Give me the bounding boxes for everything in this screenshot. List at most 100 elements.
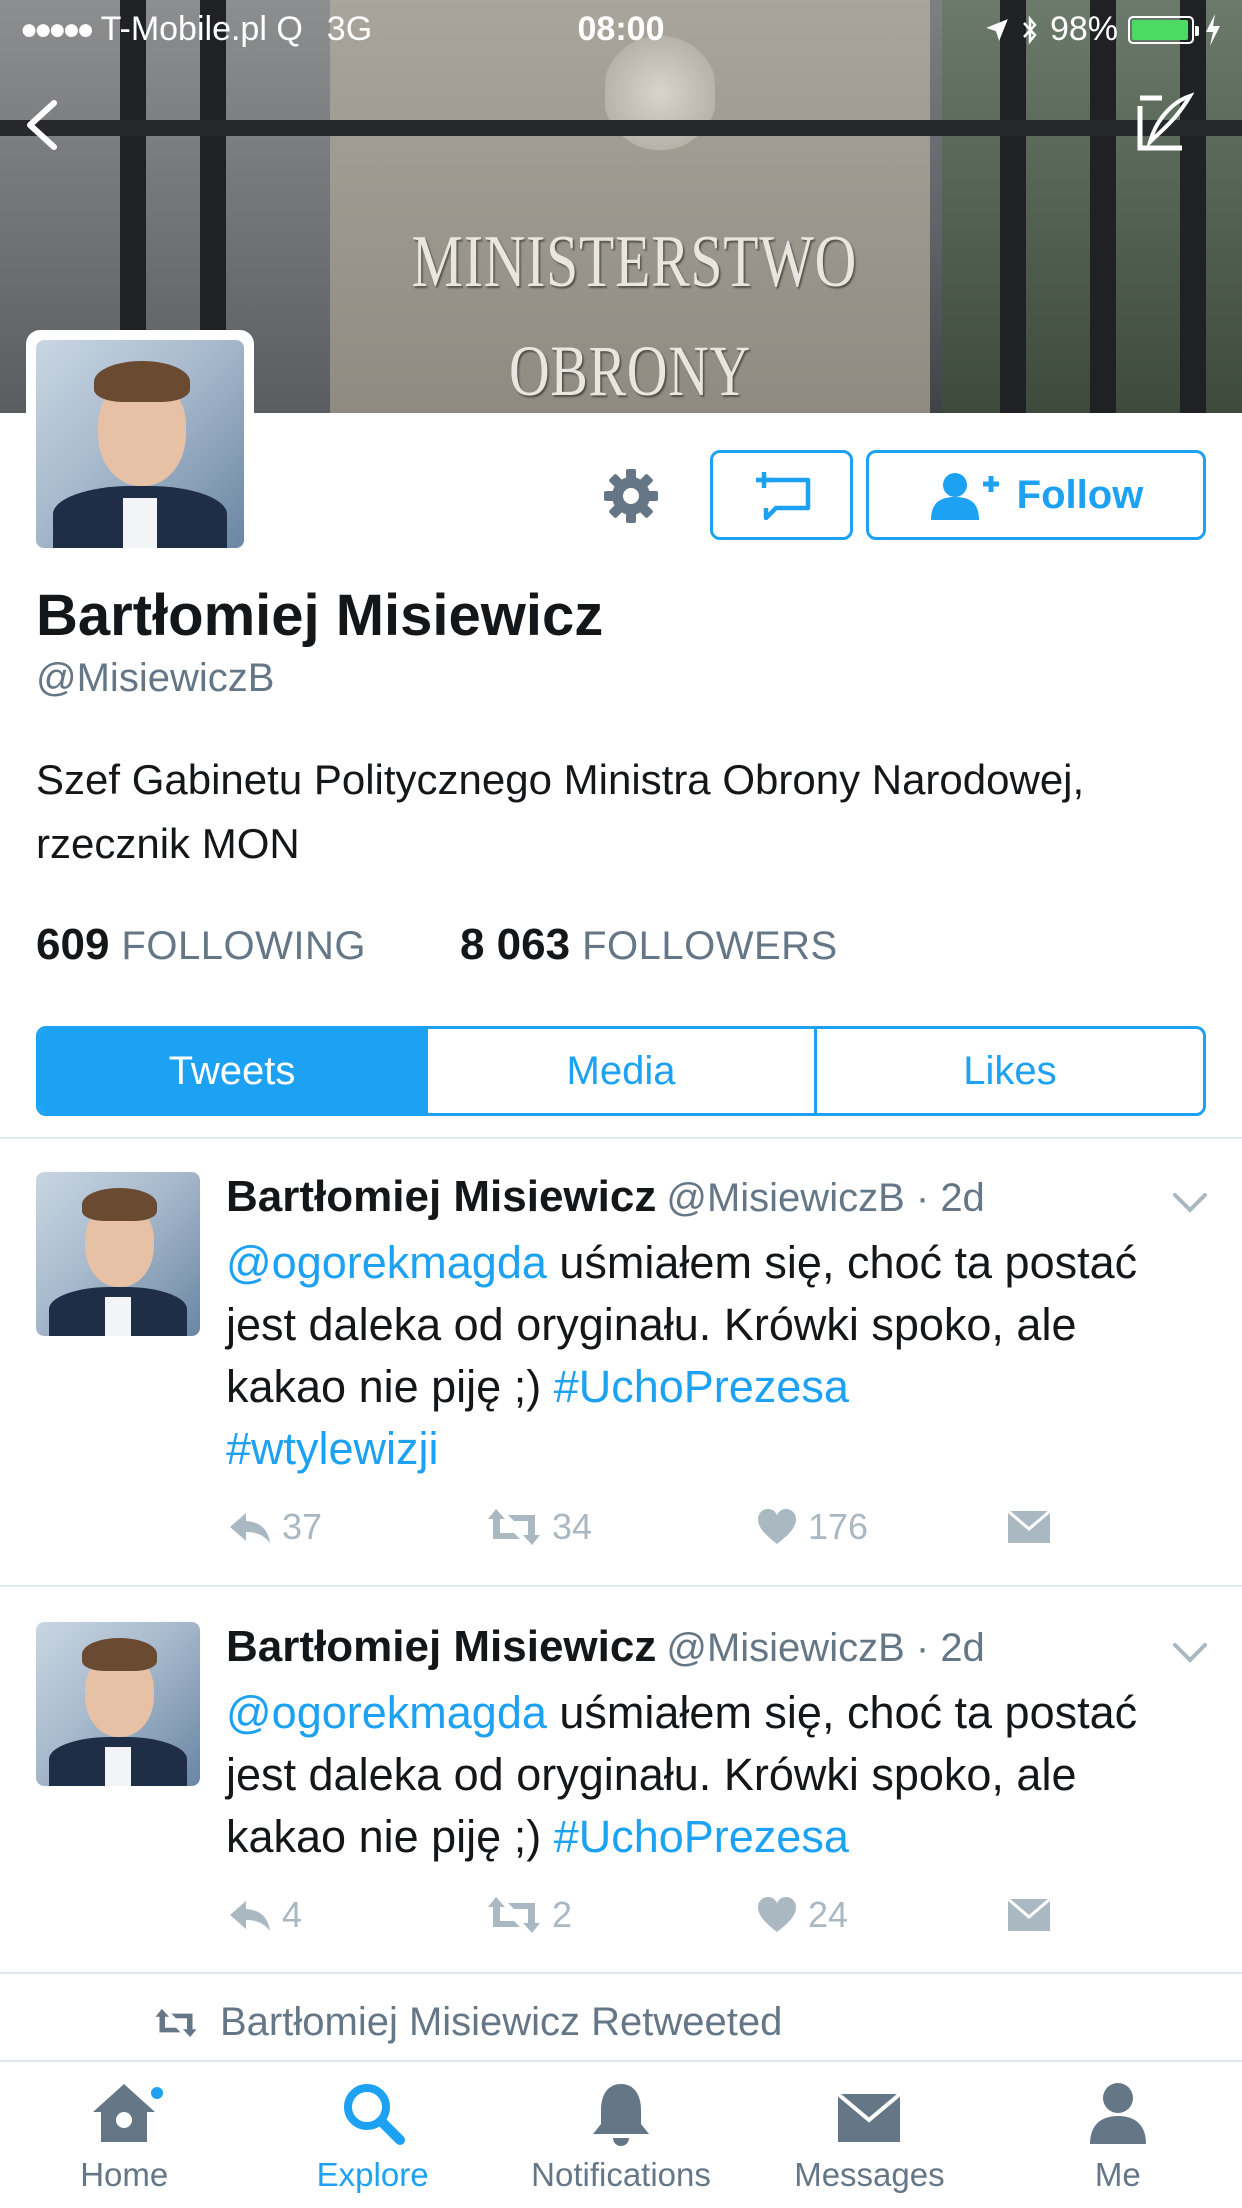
tweet[interactable]: Bartłomiej Misiewicz @MisiewiczB · 2d @og… [0, 1172, 1242, 1582]
gate-bar [1000, 0, 1026, 413]
heart-icon [758, 1509, 796, 1544]
status-bar: ●●●●● T-Mobile.pl Q 3G 08:00 98% [0, 0, 1242, 60]
tweet-avatar[interactable] [36, 1622, 200, 1786]
profile-tabs: Tweets Media Likes [36, 1026, 1206, 1116]
envelope-icon [1007, 1897, 1051, 1931]
retweeted-label: Bartłomiej Misiewicz Retweeted [220, 2000, 783, 2044]
followers-stat[interactable]: 8 063 FOLLOWERS [460, 920, 838, 970]
banner-plaque-line1: MINISTERSTWO [411, 221, 858, 303]
gate-crossbar [0, 120, 1242, 136]
follow-button[interactable]: Follow [866, 450, 1206, 540]
tweet-avatar[interactable] [36, 1172, 200, 1336]
reply-icon [230, 1513, 270, 1543]
like-count: 24 [808, 1894, 849, 1935]
tabbar-explore[interactable]: Explore [248, 2062, 496, 2208]
gate-bar [1090, 0, 1116, 413]
tweet-hashtag[interactable]: #UchoPrezesa [554, 1811, 849, 1862]
like-button[interactable]: 24 [756, 1894, 1006, 1936]
tabbar-me-label: Me [1094, 2156, 1141, 2193]
settings-gear-icon[interactable] [600, 465, 662, 527]
bell-icon [593, 2084, 650, 2146]
tweet-author-handle: @MisiewiczB [666, 1626, 905, 1670]
back-chevron-icon[interactable] [18, 95, 68, 155]
bottom-tab-bar: Home Explore Notifications Messages Me [0, 2060, 1242, 2208]
tweet-actions: 4 2 24 [226, 1894, 1052, 1936]
bluetooth-icon [1023, 15, 1037, 44]
tweet[interactable]: Bartłomiej Misiewicz @MisiewiczB · 2d @og… [0, 1622, 1242, 1972]
charging-bolt-icon [1206, 13, 1220, 46]
profile-display-name: Bartłomiej Misiewicz [36, 583, 604, 648]
tabbar-messages-label: Messages [794, 2156, 945, 2193]
divider [0, 1972, 1242, 1974]
search-icon [343, 2084, 405, 2145]
tweet-author-handle: @MisiewiczB [666, 1176, 905, 1220]
tab-likes[interactable]: Likes [814, 1029, 1203, 1113]
share-dm-button[interactable] [1006, 1894, 1052, 1936]
message-plus-icon [755, 472, 810, 520]
followers-label: FOLLOWERS [582, 924, 838, 968]
tabbar-messages[interactable]: Messages [745, 2062, 993, 2208]
reply-count: 4 [282, 1894, 303, 1935]
banner-plaque-line2: OBRONY NARODOWEJ [509, 331, 751, 411]
follow-button-label: Follow [1016, 472, 1144, 517]
tweet-author-name[interactable]: Bartłomiej Misiewicz [226, 1172, 656, 1221]
reply-button[interactable]: 37 [226, 1506, 486, 1548]
followers-count: 8 063 [459, 920, 571, 969]
profile-stats: 609 FOLLOWING 8 063 FOLLOWERS [36, 920, 838, 970]
like-count: 176 [808, 1506, 869, 1547]
tabbar-home-label: Home [80, 2156, 169, 2193]
retweet-icon [488, 1897, 540, 1933]
profile-bio: Szef Gabinetu Politycznego Ministra Obro… [36, 756, 1085, 867]
compose-tweet-icon[interactable] [1132, 90, 1198, 156]
envelope-icon [1007, 1509, 1051, 1543]
direct-message-button[interactable] [710, 450, 853, 540]
share-dm-button[interactable] [1006, 1506, 1052, 1548]
tweet-hashtag[interactable]: #UchoPrezesa [554, 1361, 849, 1412]
person-icon [1089, 2083, 1146, 2144]
tabbar-home[interactable]: Home [0, 2062, 248, 2208]
like-button[interactable]: 176 [756, 1506, 1006, 1548]
retweet-button[interactable]: 2 [486, 1894, 756, 1936]
battery-percent: 98% [1049, 10, 1118, 48]
retweeted-indicator: Bartłomiej Misiewicz Retweeted [154, 2000, 782, 2045]
tabbar-me[interactable]: Me [994, 2062, 1242, 2208]
tab-tweets[interactable]: Tweets [39, 1029, 425, 1113]
status-right: 98% [984, 10, 1222, 49]
heart-icon [758, 1897, 796, 1932]
tweet-mention[interactable]: @ogorekmagda [226, 1687, 547, 1738]
tweet-hashtag[interactable]: #wtylewizji [226, 1423, 439, 1474]
location-arrow-icon [986, 18, 1008, 41]
tweet-actions: 37 34 176 [226, 1506, 1052, 1548]
divider [0, 1585, 1242, 1587]
tab-media[interactable]: Media [425, 1029, 814, 1113]
tweet-mention[interactable]: @ogorekmagda [226, 1237, 547, 1288]
retweet-count: 34 [552, 1506, 593, 1547]
following-count: 609 [36, 920, 110, 969]
tabbar-explore-label: Explore [316, 2156, 429, 2193]
tweet-author-name[interactable]: Bartłomiej Misiewicz [226, 1622, 656, 1671]
retweet-count: 2 [552, 1894, 573, 1935]
battery-icon [1128, 15, 1199, 44]
following-label: FOLLOWING [121, 924, 366, 968]
reply-count: 37 [282, 1506, 323, 1547]
tweet-time: 2d [940, 1626, 985, 1670]
tweet-time: 2d [940, 1176, 985, 1220]
reply-button[interactable]: 4 [226, 1894, 486, 1936]
tweet-header: Bartłomiej Misiewicz @MisiewiczB · 2d [226, 1622, 985, 1671]
following-stat[interactable]: 609 FOLLOWING [36, 920, 366, 970]
add-user-icon [930, 473, 999, 520]
tabbar-notifications[interactable]: Notifications [497, 2062, 745, 2208]
gate-bar [1180, 0, 1206, 413]
profile-handle: @MisiewiczB [36, 656, 275, 700]
tabbar-notifications-label: Notifications [531, 2156, 711, 2193]
envelope-icon [837, 2092, 902, 2142]
tweet-text: @ogorekmagda uśmiałem się, choć ta posta… [226, 1232, 1186, 1480]
retweet-button[interactable]: 34 [486, 1506, 756, 1548]
profile-avatar[interactable] [26, 330, 254, 558]
chevron-down-icon[interactable] [1172, 1192, 1208, 1214]
chevron-down-icon[interactable] [1172, 1642, 1208, 1664]
tweet-text: @ogorekmagda uśmiałem się, choć ta posta… [226, 1682, 1186, 1868]
tweet-header: Bartłomiej Misiewicz @MisiewiczB · 2d [226, 1172, 985, 1221]
retweet-icon [155, 2008, 197, 2037]
reply-icon [230, 1901, 270, 1931]
